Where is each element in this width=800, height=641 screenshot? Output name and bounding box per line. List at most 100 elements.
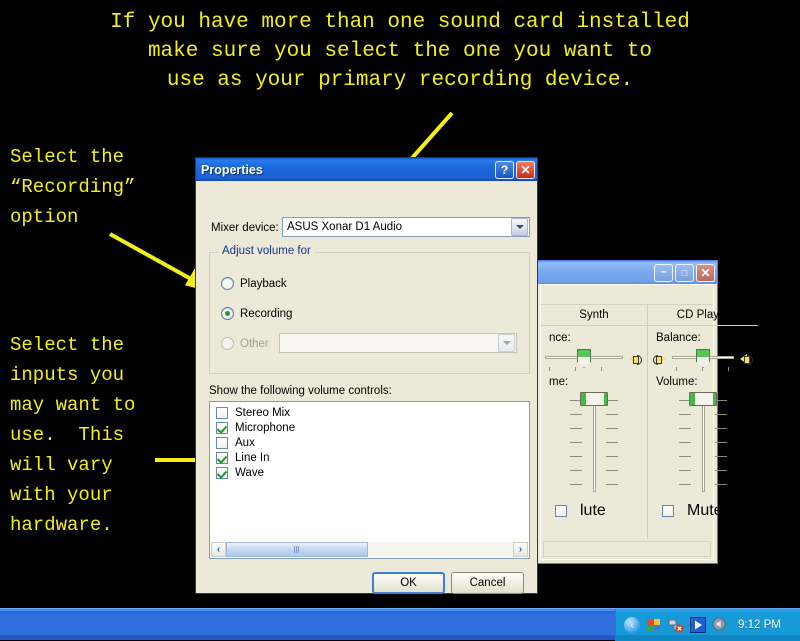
list-item[interactable]: Aux	[210, 435, 529, 450]
minimize-icon[interactable]: –	[654, 263, 673, 282]
control-checkbox[interactable]	[216, 421, 228, 434]
balance-thumb[interactable]	[696, 349, 710, 368]
taskbar[interactable]: ‹ 9:12 PM	[0, 608, 800, 641]
volume-controls-label: Show the following volume controls:	[209, 385, 392, 397]
radio-label: Other	[240, 337, 269, 350]
mute-label-synth: lute	[580, 502, 606, 519]
mute-label-cd-player: Mute	[687, 502, 723, 519]
control-checkbox[interactable]	[216, 451, 228, 464]
radio-indicator[interactable]	[221, 307, 234, 320]
tray-expand-icon[interactable]: ‹	[624, 617, 640, 633]
volume-thumb[interactable]	[580, 392, 608, 406]
radio-playback[interactable]: Playback	[221, 277, 287, 290]
speaker-right-icon	[739, 352, 754, 366]
annotation-top-note: If you have more than one sound card ins…	[110, 11, 690, 92]
radio-indicator[interactable]	[221, 277, 234, 290]
control-label: Line In	[235, 451, 270, 464]
column-title-cd-player: CD Player	[648, 306, 758, 326]
list-item[interactable]: Line In	[210, 450, 529, 465]
radio-other: Other	[221, 337, 269, 350]
control-label: Wave	[235, 466, 264, 479]
volume-slider-synth[interactable]	[541, 390, 647, 498]
volume-control-client: Synth nce: me: lute CD Player Balance: V…	[540, 284, 758, 560]
radio-label: Playback	[240, 277, 287, 290]
scroll-thumb[interactable]	[226, 542, 368, 557]
control-checkbox[interactable]	[216, 466, 228, 479]
maximize-icon[interactable]: □	[675, 263, 694, 282]
close-icon[interactable]: ✕	[516, 160, 535, 179]
adjust-volume-group-title: Adjust volume for	[218, 245, 315, 257]
media-player-icon[interactable]	[690, 617, 706, 633]
volume-slider-cd-player[interactable]	[648, 390, 758, 498]
cancel-button[interactable]: Cancel	[451, 572, 524, 594]
balance-slider-row-cd-player[interactable]	[648, 346, 758, 371]
other-device-combo	[279, 333, 517, 353]
horizontal-scrollbar[interactable]: ‹ ›	[211, 542, 528, 557]
mixer-device-value: ASUS Xonar D1 Audio	[287, 221, 403, 233]
annotation-recording-option: Select the “Recording” option	[10, 146, 136, 228]
chevron-down-icon	[498, 334, 515, 352]
control-checkbox[interactable]	[216, 436, 228, 449]
radio-recording[interactable]: Recording	[221, 307, 292, 320]
volume-control-menubar[interactable]	[541, 285, 713, 305]
volume-ticks-left	[570, 400, 582, 486]
balance-ticks	[676, 367, 730, 371]
properties-body: Mixer device: ASUS Xonar D1 Audio Adjust…	[196, 181, 537, 594]
volume-ticks-right	[715, 400, 727, 486]
balance-ticks	[549, 367, 619, 371]
control-label: Microphone	[235, 421, 296, 434]
list-item[interactable]: Stereo Mix	[210, 405, 529, 420]
volume-track	[702, 396, 705, 492]
volume-ticks-left	[679, 400, 691, 486]
control-label: Stereo Mix	[235, 406, 290, 419]
volume-track	[593, 396, 596, 492]
radio-indicator	[221, 337, 234, 350]
volume-label-cd-player: Volume:	[656, 376, 698, 388]
mute-row-cd-player[interactable]: Mute	[648, 498, 758, 520]
mixer-column-cd-player: CD Player Balance: Volume: Mute	[648, 304, 758, 539]
column-title-synth: Synth	[541, 306, 647, 326]
close-icon[interactable]: ✕	[696, 263, 715, 282]
mute-checkbox-cd-player[interactable]	[662, 505, 674, 517]
list-item[interactable]: Microphone	[210, 420, 529, 435]
volume-thumb[interactable]	[689, 392, 717, 406]
list-item[interactable]: Wave	[210, 465, 529, 480]
taskbar-clock[interactable]: 9:12 PM	[738, 619, 781, 631]
scroll-track[interactable]	[226, 542, 513, 557]
mute-row-synth[interactable]: lute	[541, 498, 647, 520]
radio-label: Recording	[240, 307, 293, 320]
speaker-right-icon	[628, 352, 643, 366]
volume-control-columns: Synth nce: me: lute CD Player Balance: V…	[541, 304, 758, 539]
volume-icon[interactable]	[712, 617, 728, 634]
volume-ticks-right	[606, 400, 618, 486]
scroll-right-icon[interactable]: ›	[513, 542, 528, 557]
ok-button[interactable]: OK	[372, 572, 445, 594]
properties-title: Properties	[201, 162, 263, 177]
balance-slider-cd-player[interactable]	[672, 348, 734, 371]
properties-titlebar[interactable]: Properties ? ✕	[196, 158, 537, 181]
control-label: Aux	[235, 436, 255, 449]
volume-controls-listbox[interactable]: Stereo Mix Microphone Aux Line In Wave ‹…	[209, 401, 530, 559]
balance-label-synth: nce:	[549, 332, 571, 344]
balance-thumb[interactable]	[577, 349, 591, 368]
volume-control-titlebar[interactable]: – □ ✕	[537, 261, 717, 284]
security-center-icon[interactable]	[646, 617, 662, 633]
control-checkbox[interactable]	[216, 406, 228, 419]
scroll-left-icon[interactable]: ‹	[211, 542, 226, 557]
volume-control-statusbar	[543, 541, 711, 557]
network-warning-icon[interactable]	[668, 617, 684, 633]
mixer-device-combo[interactable]: ASUS Xonar D1 Audio	[282, 217, 530, 237]
scroll-grip-icon	[294, 546, 300, 553]
volume-control-window[interactable]: – □ ✕ Synth nce: me: lute CD Player Bala…	[536, 260, 758, 564]
speaker-left-icon	[652, 352, 667, 366]
chevron-down-icon[interactable]	[511, 218, 528, 236]
balance-label-cd-player: Balance:	[656, 332, 701, 344]
balance-slider-synth[interactable]	[545, 348, 623, 371]
mixer-device-label: Mixer device:	[211, 222, 279, 234]
system-tray[interactable]: ‹ 9:12 PM	[615, 609, 800, 641]
help-icon[interactable]: ?	[495, 160, 514, 179]
balance-slider-row-synth[interactable]	[541, 346, 647, 371]
properties-dialog[interactable]: Properties ? ✕ Mixer device: ASUS Xonar …	[195, 157, 538, 594]
mixer-column-synth: Synth nce: me: lute	[541, 304, 648, 539]
mute-checkbox-synth[interactable]	[555, 505, 567, 517]
